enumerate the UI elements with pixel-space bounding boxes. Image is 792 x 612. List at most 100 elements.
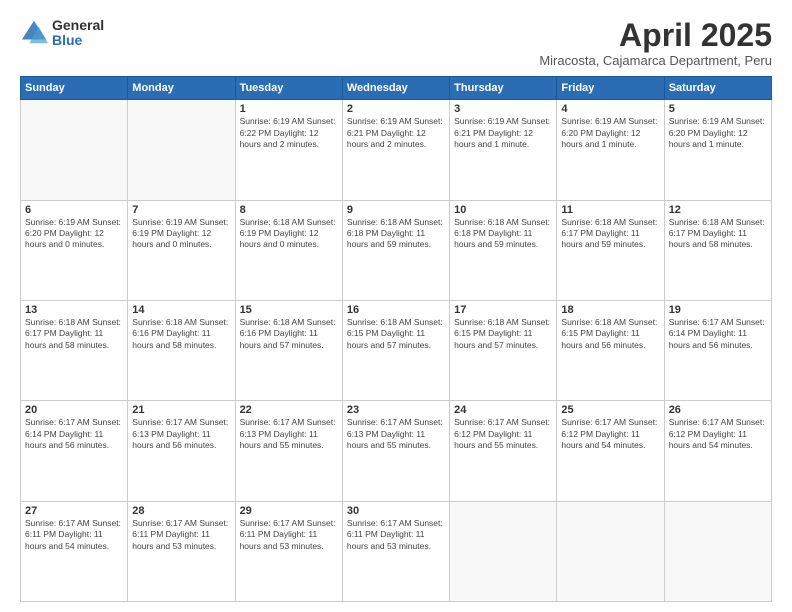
day-number: 26 [669, 404, 767, 416]
day-number: 11 [561, 204, 659, 216]
day-info: Sunrise: 6:17 AM Sunset: 6:11 PM Dayligh… [240, 518, 338, 552]
day-info: Sunrise: 6:18 AM Sunset: 6:15 PM Dayligh… [347, 317, 445, 351]
day-info: Sunrise: 6:18 AM Sunset: 6:16 PM Dayligh… [132, 317, 230, 351]
day-number: 22 [240, 404, 338, 416]
calendar-cell [128, 100, 235, 200]
calendar-cell: 9Sunrise: 6:18 AM Sunset: 6:18 PM Daylig… [342, 200, 449, 300]
day-number: 2 [347, 103, 445, 115]
calendar-cell: 13Sunrise: 6:18 AM Sunset: 6:17 PM Dayli… [21, 300, 128, 400]
calendar-cell: 19Sunrise: 6:17 AM Sunset: 6:14 PM Dayli… [664, 300, 771, 400]
calendar-cell: 21Sunrise: 6:17 AM Sunset: 6:13 PM Dayli… [128, 401, 235, 501]
calendar-cell: 18Sunrise: 6:18 AM Sunset: 6:15 PM Dayli… [557, 300, 664, 400]
day-number: 15 [240, 304, 338, 316]
calendar-cell: 12Sunrise: 6:18 AM Sunset: 6:17 PM Dayli… [664, 200, 771, 300]
day-info: Sunrise: 6:18 AM Sunset: 6:15 PM Dayligh… [561, 317, 659, 351]
calendar-cell: 7Sunrise: 6:19 AM Sunset: 6:19 PM Daylig… [128, 200, 235, 300]
calendar-cell: 10Sunrise: 6:18 AM Sunset: 6:18 PM Dayli… [450, 200, 557, 300]
calendar-header-monday: Monday [128, 77, 235, 100]
calendar-week-2: 6Sunrise: 6:19 AM Sunset: 6:20 PM Daylig… [21, 200, 772, 300]
calendar-cell: 29Sunrise: 6:17 AM Sunset: 6:11 PM Dayli… [235, 501, 342, 601]
day-info: Sunrise: 6:18 AM Sunset: 6:17 PM Dayligh… [561, 217, 659, 251]
day-info: Sunrise: 6:19 AM Sunset: 6:21 PM Dayligh… [347, 116, 445, 150]
day-number: 12 [669, 204, 767, 216]
day-number: 7 [132, 204, 230, 216]
calendar-week-1: 1Sunrise: 6:19 AM Sunset: 6:22 PM Daylig… [21, 100, 772, 200]
day-number: 30 [347, 505, 445, 517]
calendar-week-5: 27 Sunrise: 6:17 AM Sunset: 6:11 PM Dayli… [21, 501, 772, 601]
calendar-week-4: 20Sunrise: 6:17 AM Sunset: 6:14 PM Dayli… [21, 401, 772, 501]
day-number: 10 [454, 204, 552, 216]
calendar-cell: 24Sunrise: 6:17 AM Sunset: 6:12 PM Dayli… [450, 401, 557, 501]
day-number: 28 [132, 505, 230, 517]
day-info: Sunrise: 6:18 AM Sunset: 6:17 PM Dayligh… [25, 317, 123, 351]
day-number: 18 [561, 304, 659, 316]
calendar-cell: 5Sunrise: 6:19 AM Sunset: 6:20 PM Daylig… [664, 100, 771, 200]
day-info: Sunrise: 6:17 AM Sunset: 6:14 PM Dayligh… [669, 317, 767, 351]
day-info: Sunrise: 6:18 AM Sunset: 6:17 PM Dayligh… [669, 217, 767, 251]
calendar-week-3: 13Sunrise: 6:18 AM Sunset: 6:17 PM Dayli… [21, 300, 772, 400]
calendar-cell: 16Sunrise: 6:18 AM Sunset: 6:15 PM Dayli… [342, 300, 449, 400]
day-number: 14 [132, 304, 230, 316]
day-number: 8 [240, 204, 338, 216]
calendar-cell: 2Sunrise: 6:19 AM Sunset: 6:21 PM Daylig… [342, 100, 449, 200]
calendar-table: SundayMondayTuesdayWednesdayThursdayFrid… [20, 76, 772, 602]
day-info: Sunrise: 6:18 AM Sunset: 6:19 PM Dayligh… [240, 217, 338, 251]
day-info: Sunrise: 6:19 AM Sunset: 6:20 PM Dayligh… [669, 116, 767, 150]
calendar-cell: 3Sunrise: 6:19 AM Sunset: 6:21 PM Daylig… [450, 100, 557, 200]
day-number: 3 [454, 103, 552, 115]
day-info: Sunrise: 6:17 AM Sunset: 6:13 PM Dayligh… [132, 417, 230, 451]
day-info: Sunrise: 6:17 AM Sunset: 6:12 PM Dayligh… [454, 417, 552, 451]
calendar-cell: 1Sunrise: 6:19 AM Sunset: 6:22 PM Daylig… [235, 100, 342, 200]
day-number: 21 [132, 404, 230, 416]
calendar-cell [557, 501, 664, 601]
month-title: April 2025 [539, 18, 772, 53]
calendar-cell: 15Sunrise: 6:18 AM Sunset: 6:16 PM Dayli… [235, 300, 342, 400]
location-title: Miracosta, Cajamarca Department, Peru [539, 53, 772, 68]
calendar-header-sunday: Sunday [21, 77, 128, 100]
calendar-cell: 20Sunrise: 6:17 AM Sunset: 6:14 PM Dayli… [21, 401, 128, 501]
day-number: 23 [347, 404, 445, 416]
calendar-header-saturday: Saturday [664, 77, 771, 100]
day-number: 6 [25, 204, 123, 216]
day-info: Sunrise: 6:17 AM Sunset: 6:11 PM Dayligh… [347, 518, 445, 552]
calendar-header-friday: Friday [557, 77, 664, 100]
day-number: 1 [240, 103, 338, 115]
day-info: Sunrise: 6:17 AM Sunset: 6:12 PM Dayligh… [561, 417, 659, 451]
day-number: 5 [669, 103, 767, 115]
day-number: 25 [561, 404, 659, 416]
day-info: Sunrise: 6:18 AM Sunset: 6:18 PM Dayligh… [347, 217, 445, 251]
calendar-cell [664, 501, 771, 601]
calendar-cell: 17Sunrise: 6:18 AM Sunset: 6:15 PM Dayli… [450, 300, 557, 400]
calendar-header-tuesday: Tuesday [235, 77, 342, 100]
day-info: Sunrise: 6:19 AM Sunset: 6:20 PM Dayligh… [25, 217, 123, 251]
calendar-cell: 27Sunrise: 6:17 AM Sunset: 6:11 PM Dayli… [21, 501, 128, 601]
day-number: 17 [454, 304, 552, 316]
day-number: 27 [25, 505, 123, 517]
logo: General Blue [20, 18, 104, 49]
day-info: Sunrise: 6:18 AM Sunset: 6:18 PM Dayligh… [454, 217, 552, 251]
logo-general-label: General [52, 18, 104, 33]
day-info: Sunrise: 6:19 AM Sunset: 6:21 PM Dayligh… [454, 116, 552, 150]
calendar-cell: 6Sunrise: 6:19 AM Sunset: 6:20 PM Daylig… [21, 200, 128, 300]
calendar-cell [450, 501, 557, 601]
header: General Blue April 2025 Miracosta, Cajam… [20, 18, 772, 68]
title-block: April 2025 Miracosta, Cajamarca Departme… [539, 18, 772, 68]
calendar-cell [21, 100, 128, 200]
calendar-cell: 25Sunrise: 6:17 AM Sunset: 6:12 PM Dayli… [557, 401, 664, 501]
calendar-cell: 11Sunrise: 6:18 AM Sunset: 6:17 PM Dayli… [557, 200, 664, 300]
day-info: Sunrise: 6:17 AM Sunset: 6:14 PM Dayligh… [25, 417, 123, 451]
calendar-cell: 14Sunrise: 6:18 AM Sunset: 6:16 PM Dayli… [128, 300, 235, 400]
day-info: Sunrise: 6:17 AM Sunset: 6:11 PM Dayligh… [132, 518, 230, 552]
logo-blue-label: Blue [52, 33, 104, 48]
calendar-cell: 4Sunrise: 6:19 AM Sunset: 6:20 PM Daylig… [557, 100, 664, 200]
calendar-header-thursday: Thursday [450, 77, 557, 100]
calendar-header-row: SundayMondayTuesdayWednesdayThursdayFrid… [21, 77, 772, 100]
day-info: Sunrise: 6:17 AM Sunset: 6:13 PM Dayligh… [347, 417, 445, 451]
day-number: 13 [25, 304, 123, 316]
day-number: 29 [240, 505, 338, 517]
calendar-cell: 23Sunrise: 6:17 AM Sunset: 6:13 PM Dayli… [342, 401, 449, 501]
day-info: Sunrise: 6:19 AM Sunset: 6:22 PM Dayligh… [240, 116, 338, 150]
calendar-cell: 30Sunrise: 6:17 AM Sunset: 6:11 PM Dayli… [342, 501, 449, 601]
calendar-cell: 26Sunrise: 6:17 AM Sunset: 6:12 PM Dayli… [664, 401, 771, 501]
calendar-header-wednesday: Wednesday [342, 77, 449, 100]
